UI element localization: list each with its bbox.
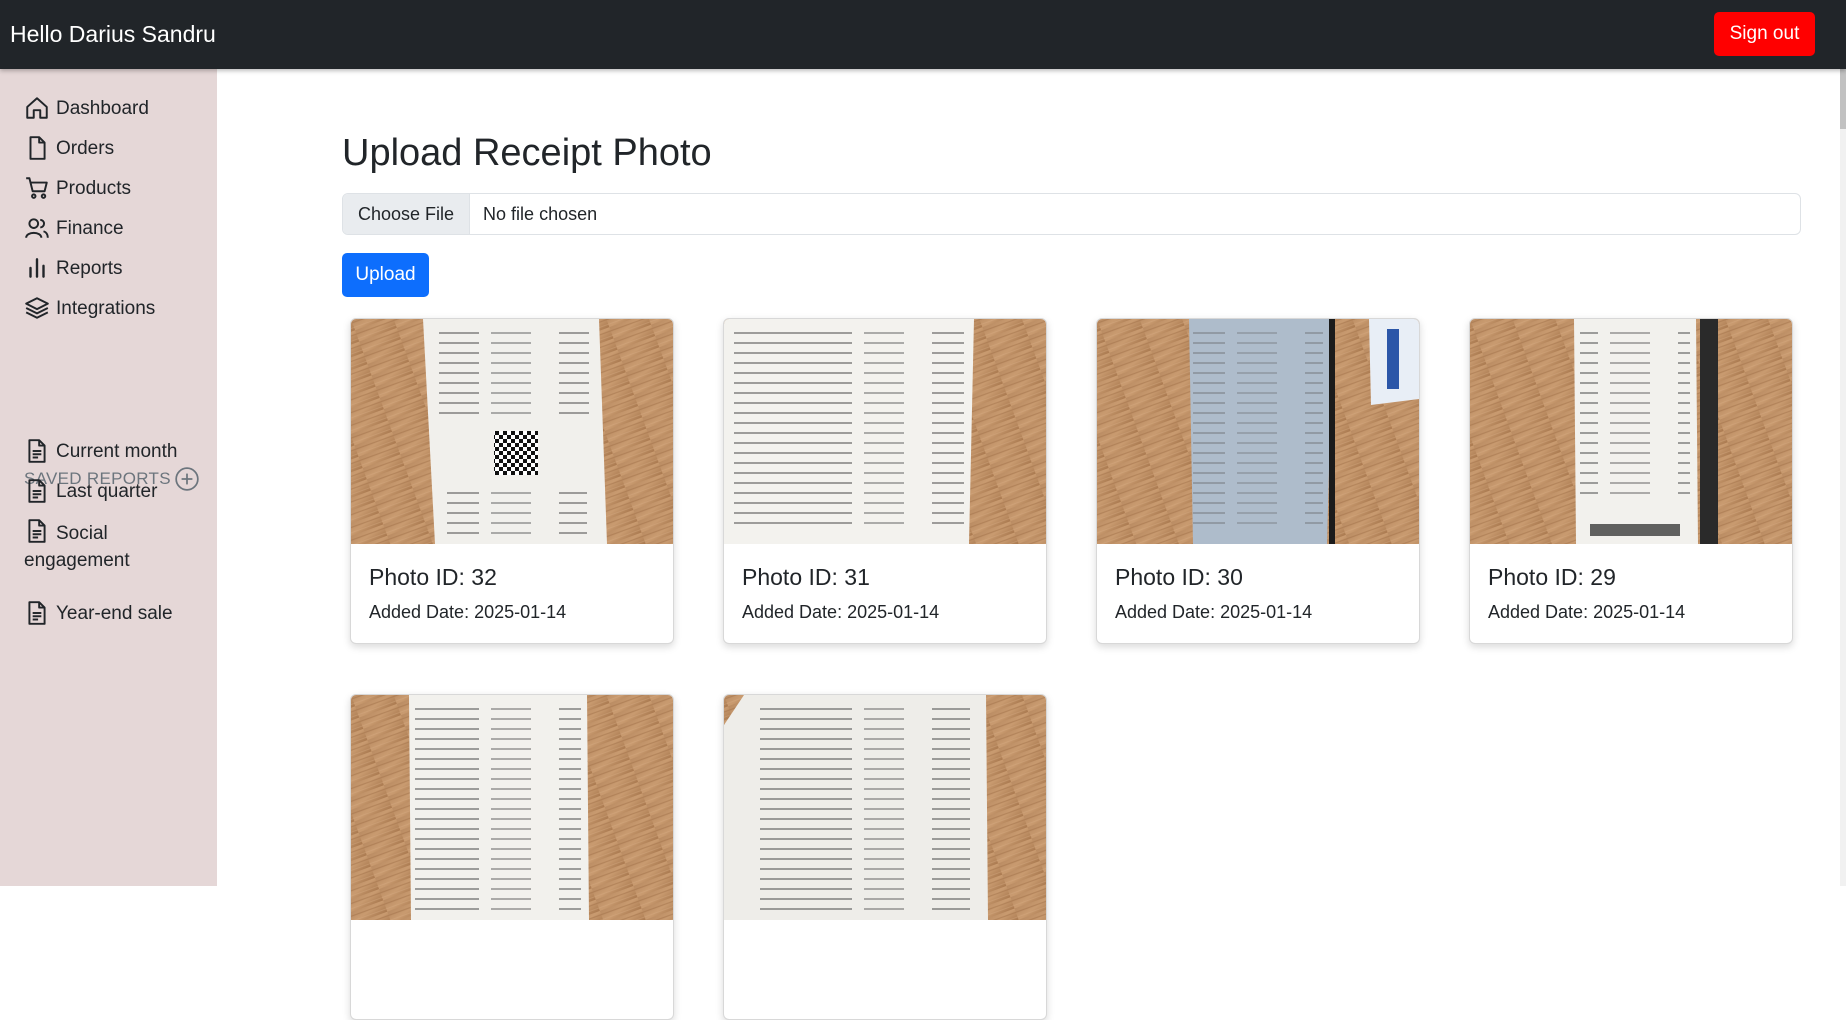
user-greeting: Hello Darius Sandru [10,21,216,47]
photo-date-label: Added Date: 2025-01-14 [742,602,940,622]
sign-out-button[interactable]: Sign out [1714,12,1815,56]
photo-id-label: Photo ID: 29 [1488,564,1616,590]
page-title: Upload Receipt Photo [342,132,712,174]
saved-report-label: Last quarter [56,481,158,502]
photo-card[interactable]: Photo ID: 30 Added Date: 2025-01-14 [1096,318,1420,644]
choose-file-button[interactable]: Choose File [343,194,471,234]
scrollbar-thumb[interactable] [1840,69,1846,129]
sidebar-item-integrations[interactable]: Integrations [24,295,155,322]
saved-report-last-quarter[interactable]: Last quarter [24,478,157,505]
sidebar-item-label: Products [56,178,131,199]
photo-card[interactable]: Photo ID: 32 Added Date: 2025-01-14 [350,318,674,644]
sidebar-item-label: Dashboard [56,98,149,119]
receipt-photo [351,319,673,544]
upload-button[interactable]: Upload [342,253,429,297]
sidebar-item-finance[interactable]: Finance [24,215,124,242]
main-content: Upload Receipt Photo Choose File No file… [217,69,1846,1020]
photo-card[interactable] [350,694,674,1020]
sidebar-item-dashboard[interactable]: Dashboard [24,95,149,122]
photo-card[interactable]: Photo ID: 31 Added Date: 2025-01-14 [723,318,1047,644]
photo-date-label: Added Date: 2025-01-14 [1115,602,1313,622]
sidebar: Dashboard Orders Products Finance Report… [0,69,217,886]
saved-report-label: Year-end sale [56,603,173,624]
saved-report-social-engagement[interactable]: Social engagement [24,518,154,574]
file-status-text: No file chosen [483,203,598,224]
receipt-photo [724,695,1046,920]
receipt-photo [724,319,1046,544]
sidebar-item-label: Orders [56,138,115,159]
photo-card[interactable]: Photo ID: 29 Added Date: 2025-01-14 [1469,318,1793,644]
photo-date-label: Added Date: 2025-01-14 [1488,602,1686,622]
users-icon [25,218,49,239]
saved-report-label: Current month [56,441,178,462]
photo-card[interactable] [723,694,1047,1020]
page-scrollbar[interactable] [1840,69,1846,886]
sidebar-item-reports[interactable]: Reports [24,255,123,282]
receipt-photo [351,695,673,920]
add-circle-icon[interactable] [174,466,200,492]
bar-chart-icon [29,258,45,278]
photo-id-label: Photo ID: 31 [742,564,870,590]
saved-report-current-month[interactable]: Current month [24,438,177,465]
document-icon [28,601,46,625]
receipt-photo [1097,319,1419,544]
sidebar-item-label: Finance [56,218,124,239]
saved-report-year-end-sale[interactable]: Year-end sale [24,600,173,627]
sidebar-item-label: Reports [56,258,123,279]
photo-date-label: Added Date: 2025-01-14 [369,602,567,622]
document-icon [28,519,46,543]
top-navbar: Hello Darius Sandru Sign out [0,0,1846,69]
cart-icon [26,177,48,199]
home-icon [26,97,48,119]
receipt-photo [1470,319,1792,544]
photo-id-label: Photo ID: 32 [369,564,497,590]
file-icon [29,136,46,160]
document-icon [28,479,46,503]
photo-id-label: Photo ID: 30 [1115,564,1243,590]
document-icon [28,439,46,463]
file-input[interactable]: Choose File No file chosen [342,193,1801,235]
layers-icon [25,297,49,319]
sidebar-item-products[interactable]: Products [24,175,131,202]
sidebar-item-orders[interactable]: Orders [24,135,114,162]
sidebar-item-label: Integrations [56,298,156,319]
